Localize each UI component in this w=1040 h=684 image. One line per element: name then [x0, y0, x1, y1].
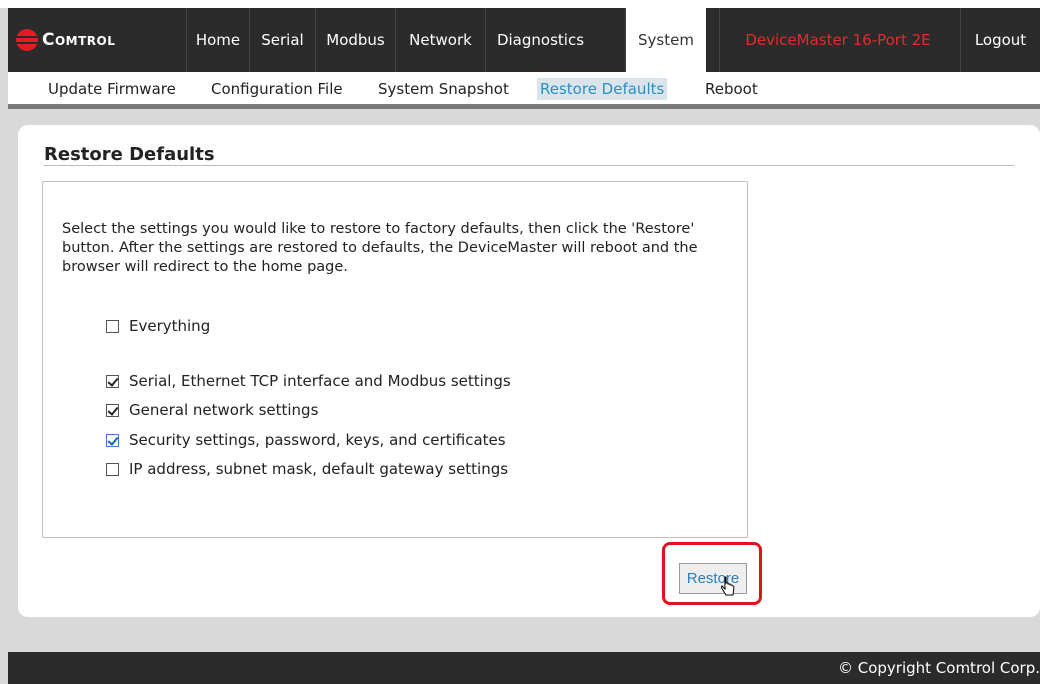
option-everything[interactable]: Everything [106, 316, 210, 336]
checkbox-serial-ethernet-modbus[interactable] [106, 374, 119, 388]
top-strip [0, 0, 1040, 8]
subnav-reboot[interactable]: Reboot [702, 78, 761, 100]
checkbox-everything[interactable] [106, 319, 119, 333]
nav-system[interactable]: System [625, 8, 706, 72]
restore-defaults-panel: Restore Defaults Select the settings you… [18, 125, 1040, 617]
top-navbar: Comtrol Home Serial Modbus Network Diagn… [8, 8, 1040, 72]
subnav-system-snapshot[interactable]: System Snapshot [375, 78, 512, 100]
option-label: IP address, subnet mask, default gateway… [129, 460, 509, 478]
option-general-network[interactable]: General network settings [106, 400, 318, 420]
option-label: Serial, Ethernet TCP interface and Modbu… [129, 372, 511, 390]
option-security-settings[interactable]: Security settings, password, keys, and c… [106, 430, 506, 450]
checkbox-ip-address[interactable] [106, 462, 119, 476]
option-label: Everything [129, 317, 211, 335]
option-label: Security settings, password, keys, and c… [129, 431, 506, 449]
nav-serial[interactable]: Serial [249, 8, 315, 72]
nav-diagnostics[interactable]: Diagnostics [485, 8, 595, 72]
restore-highlight: Restore [662, 542, 762, 605]
checkbox-general-network[interactable] [106, 403, 119, 417]
option-label: General network settings [129, 401, 319, 419]
subnav-configuration-file[interactable]: Configuration File [208, 78, 346, 100]
nav-modbus[interactable]: Modbus [315, 8, 395, 72]
restore-button[interactable]: Restore [679, 563, 747, 594]
page-title: Restore Defaults [44, 144, 215, 165]
checkbox-security-settings[interactable] [106, 433, 119, 447]
comtrol-logo[interactable]: Comtrol [8, 8, 184, 72]
pointer-cursor-icon [721, 576, 735, 596]
logout-button[interactable]: Logout [960, 8, 1040, 72]
title-divider [44, 165, 1014, 166]
footer-bar: © Copyright Comtrol Corp. [8, 652, 1040, 684]
subnav-restore-defaults[interactable]: Restore Defaults [537, 78, 668, 100]
nav-network[interactable]: Network [395, 8, 485, 72]
option-serial-ethernet-modbus[interactable]: Serial, Ethernet TCP interface and Modbu… [106, 371, 511, 391]
copyright-text: © Copyright Comtrol Corp. [837, 659, 1040, 677]
comtrol-logo-icon [14, 29, 40, 51]
device-name: DeviceMaster 16-Port 2E [719, 8, 956, 72]
description-text: Select the settings you would like to re… [62, 221, 698, 275]
options-box: Select the settings you would like to re… [42, 181, 748, 538]
option-ip-address[interactable]: IP address, subnet mask, default gateway… [106, 459, 508, 479]
system-subnav: Update Firmware Configuration File Syste… [8, 72, 1040, 109]
nav-home[interactable]: Home [186, 8, 249, 72]
brand-name: Comtrol [42, 30, 116, 50]
subnav-update-firmware[interactable]: Update Firmware [45, 78, 179, 100]
